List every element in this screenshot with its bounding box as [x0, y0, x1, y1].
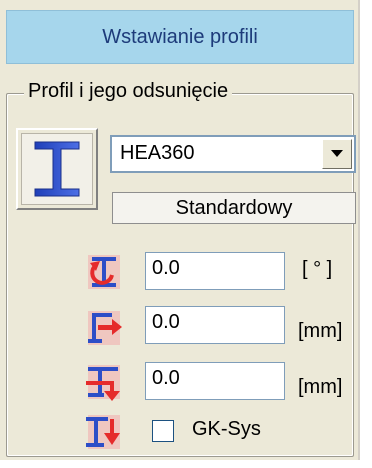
- profile-select[interactable]: HEA360: [110, 135, 356, 173]
- rotation-unit: [ ° ]: [302, 258, 333, 280]
- vertical-offset-icon: [80, 360, 128, 404]
- dropdown-arrow-button[interactable]: [322, 139, 352, 169]
- profile-select-value: HEA360: [120, 142, 195, 164]
- gk-sys-icon: [80, 410, 128, 454]
- gk-sys-label: GK-Sys: [192, 418, 261, 440]
- rotation-field[interactable]: 0.0: [145, 252, 285, 290]
- panel-title: Wstawianie profili: [6, 10, 354, 64]
- profile-shape-button[interactable]: [16, 128, 98, 210]
- vertical-offset-field[interactable]: 0.0: [145, 362, 285, 400]
- chevron-down-icon: [331, 150, 343, 157]
- gk-sys-checkbox[interactable]: [152, 420, 174, 442]
- vertical-offset-unit: [mm]: [298, 376, 343, 398]
- horizontal-offset-field[interactable]: 0.0: [145, 306, 285, 344]
- rotation-icon: [80, 250, 128, 294]
- group-legend: Profil i jego odsunięcie: [24, 80, 233, 103]
- horizontal-offset-unit: [mm]: [298, 320, 343, 342]
- standard-button[interactable]: Standardowy: [112, 192, 356, 224]
- i-beam-icon: [34, 141, 80, 197]
- horizontal-offset-icon: [80, 306, 128, 350]
